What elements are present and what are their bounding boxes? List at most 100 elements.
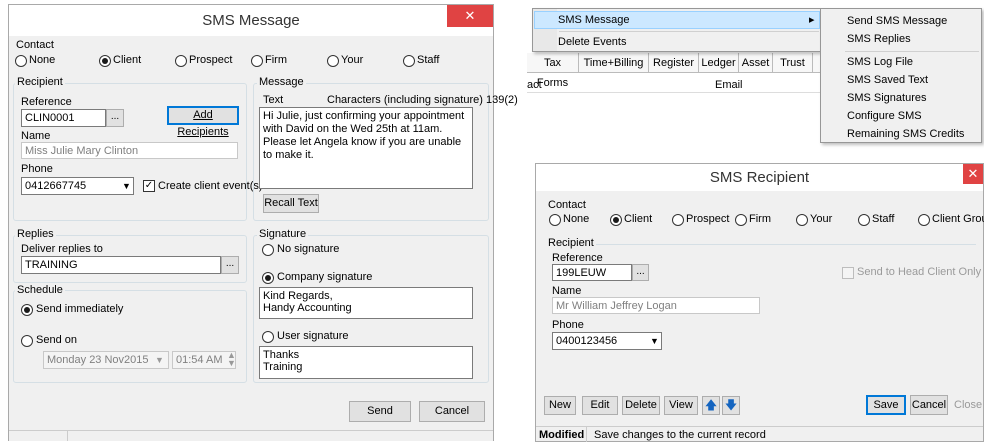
view-button[interactable]: View xyxy=(664,396,698,415)
contact-option-client: Client xyxy=(113,54,142,66)
save-button[interactable]: Save xyxy=(866,395,906,415)
submenu-sms-saved-text[interactable]: SMS Saved Text xyxy=(847,74,928,86)
close-icon[interactable]: ✕ xyxy=(447,5,493,27)
phone-select[interactable]: 0412667745 xyxy=(21,177,134,195)
head-client-label: Send to Head Client Only xyxy=(857,266,982,278)
submenu-divider xyxy=(845,51,979,52)
send-button[interactable]: Send xyxy=(349,401,411,422)
reference-input[interactable]: CLIN0001 xyxy=(21,109,106,127)
recipient-contact-radio-client[interactable] xyxy=(610,214,622,226)
no-signature-radio[interactable] xyxy=(262,244,274,256)
contact-option-your: Your xyxy=(341,54,364,66)
recipient-contact-radio-staff[interactable] xyxy=(858,214,870,226)
tab-strip: Tax Forms Time+Billing Register Ledger A… xyxy=(527,53,827,89)
column-contact: act xyxy=(527,79,542,91)
contact-radio-none[interactable] xyxy=(15,55,27,67)
tab-register[interactable]: Register xyxy=(649,53,699,73)
company-signature-radio[interactable] xyxy=(262,272,274,284)
submenu-configure-sms[interactable]: Configure SMS xyxy=(847,110,922,122)
contact-radio-your[interactable] xyxy=(327,55,339,67)
recall-text-button[interactable]: Recall Text xyxy=(263,194,319,213)
recipient-cancel-button[interactable]: Cancel xyxy=(910,395,948,415)
create-event-checkbox[interactable]: ✓ xyxy=(143,180,155,192)
send-immediately-radio[interactable] xyxy=(21,304,33,316)
add-recipients-button[interactable]: Add Recipients xyxy=(167,106,239,138)
recipient-reference-input[interactable]: 199LEUW xyxy=(552,264,632,281)
recipient-contact-radio-prospect[interactable] xyxy=(672,214,684,226)
time-spinner-icon[interactable]: ▲ ▼ xyxy=(227,351,236,368)
submenu-sms-log-file[interactable]: SMS Log File xyxy=(847,56,913,68)
head-client-checkbox[interactable] xyxy=(842,267,854,279)
new-button[interactable]: New xyxy=(544,396,576,415)
submenu-arrow-icon: ▸ xyxy=(809,14,815,26)
contact-radio-prospect[interactable] xyxy=(175,55,187,67)
recipient-close-icon[interactable]: ✕ xyxy=(963,164,983,184)
edit-button[interactable]: Edit xyxy=(582,396,618,415)
contact-radio-client[interactable] xyxy=(99,55,111,67)
sms-recipient-window: SMS Recipient ✕ Contact None Client Pros… xyxy=(535,163,984,442)
arrow-down-icon[interactable]: 🡇 xyxy=(722,396,740,415)
menu-item-delete-events[interactable]: Delete Events xyxy=(558,36,626,48)
contact-radio-staff[interactable] xyxy=(403,55,415,67)
recipient-contact-radio-firm[interactable] xyxy=(735,214,747,226)
send-on-label: Send on xyxy=(36,334,77,346)
characters-count: Characters (including signature) 139(2) xyxy=(327,94,518,106)
recipient-contact-radio-your[interactable] xyxy=(796,214,808,226)
recipient-contact-option-client-group: Client Group xyxy=(932,213,984,225)
text-label: Text xyxy=(263,94,284,106)
cancel-button[interactable]: Cancel xyxy=(419,401,485,422)
recipient-contact-option-none: None xyxy=(563,213,590,225)
column-header-row: act Email xyxy=(527,77,827,93)
recipient-name-label: Name xyxy=(552,285,582,297)
send-on-date-picker[interactable]: Monday 23 Nov2015 xyxy=(43,351,169,369)
name-label: Name xyxy=(21,130,51,142)
phone-label: Phone xyxy=(21,163,53,175)
signature-group-label: Signature xyxy=(257,228,309,240)
user-signature-text[interactable]: Thanks Training xyxy=(259,346,473,379)
recipient-contact-option-prospect: Prospect xyxy=(686,213,730,225)
close-button[interactable]: Close xyxy=(954,399,982,411)
column-email: Email xyxy=(715,79,743,91)
tab-trust[interactable]: Trust xyxy=(773,53,813,73)
menu-divider xyxy=(559,31,819,32)
delete-button[interactable]: Delete xyxy=(622,396,660,415)
status-mode: Modified xyxy=(539,429,585,441)
tab-tax-forms[interactable]: Tax Forms xyxy=(527,53,579,89)
recipient-reference-lookup-button[interactable]: ... xyxy=(632,264,649,281)
recipient-phone-chevron-down-icon[interactable]: ▼ xyxy=(650,336,659,346)
recipient-contact-option-staff: Staff xyxy=(872,213,895,225)
date-chevron-down-icon[interactable]: ▼ xyxy=(155,355,164,365)
send-on-radio[interactable] xyxy=(21,335,33,347)
company-signature-label: Company signature xyxy=(277,271,373,283)
status-bar xyxy=(9,430,493,441)
recipient-name-field: Mr William Jeffrey Logan xyxy=(552,297,760,314)
deliver-replies-lookup-button[interactable]: ... xyxy=(221,256,239,274)
message-textarea[interactable]: Hi Julie, just confirming your appointme… xyxy=(259,107,473,189)
contact-option-staff: Staff xyxy=(417,54,440,66)
reference-lookup-button[interactable]: ... xyxy=(106,109,124,127)
tab-ledger[interactable]: Ledger xyxy=(699,53,739,73)
submenu-sms-replies[interactable]: SMS Replies xyxy=(847,33,911,45)
submenu-send-sms-message[interactable]: Send SMS Message xyxy=(847,15,947,27)
company-signature-text[interactable]: Kind Regards, Handy Accounting xyxy=(259,287,473,319)
arrow-up-icon[interactable]: 🡅 xyxy=(702,396,720,415)
recipient-phone-select[interactable]: 0400123456 xyxy=(552,332,662,350)
menu-item-sms-message[interactable]: SMS Message ▸ xyxy=(534,11,820,29)
sms-submenu: Send SMS Message SMS Replies SMS Log Fil… xyxy=(820,8,982,143)
submenu-sms-signatures[interactable]: SMS Signatures xyxy=(847,92,926,104)
sms-recipient-titlebar: SMS Recipient ✕ xyxy=(536,164,983,191)
user-signature-radio[interactable] xyxy=(262,331,274,343)
status-text: Save changes to the current record xyxy=(594,429,766,441)
contact-option-none: None xyxy=(29,54,56,66)
tab-asset[interactable]: Asset xyxy=(739,53,773,73)
recipient-contact-radio-client-group[interactable] xyxy=(918,214,930,226)
reference-label: Reference xyxy=(21,96,72,108)
recipient-contact-radio-none[interactable] xyxy=(549,214,561,226)
chevron-down-icon[interactable]: ▼ xyxy=(122,181,131,191)
contact-radio-firm[interactable] xyxy=(251,55,263,67)
message-group-label: Message xyxy=(257,76,306,88)
recipient-section-label: Recipient xyxy=(548,237,594,249)
tab-time-billing[interactable]: Time+Billing xyxy=(579,53,649,73)
submenu-remaining-credits[interactable]: Remaining SMS Credits xyxy=(847,128,964,140)
deliver-replies-input[interactable]: TRAINING xyxy=(21,256,221,274)
